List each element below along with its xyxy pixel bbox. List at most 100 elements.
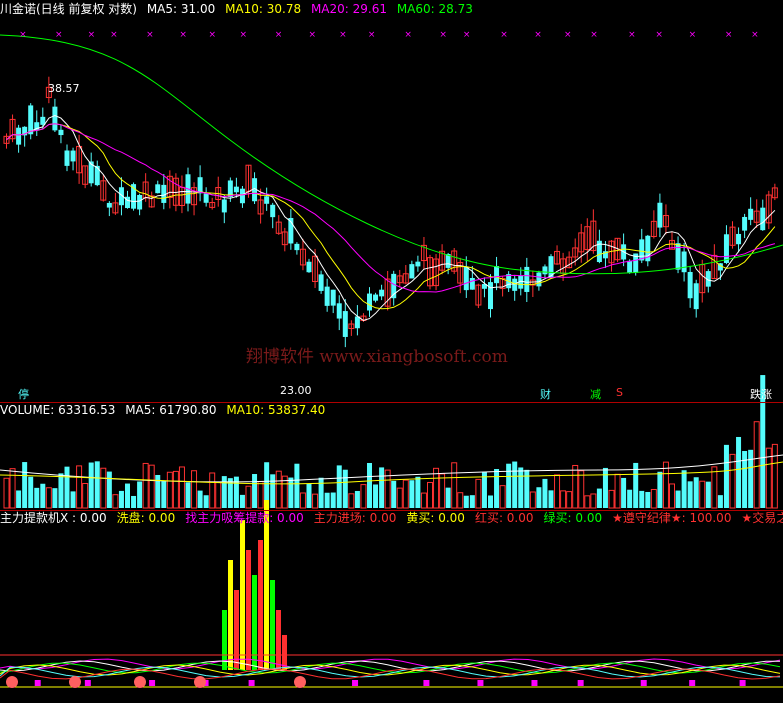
volume-bar	[288, 477, 294, 508]
indicator-marker	[531, 680, 538, 686]
volume-bar	[584, 495, 591, 509]
volume-bar	[197, 490, 203, 508]
indicator-ball	[6, 676, 18, 688]
indicator-marker	[689, 680, 696, 686]
candle-body	[693, 283, 699, 310]
indicator-legend-item: 洗盘: 0.00	[116, 511, 176, 525]
volume-bar	[34, 487, 40, 508]
volume-bar	[560, 490, 567, 509]
volume-bar	[717, 495, 723, 508]
volume-ma-line	[0, 461, 783, 485]
volume-bar	[687, 481, 693, 508]
indicator-spike	[282, 635, 287, 670]
indicator-legend-item: 黄买: 0.00	[406, 511, 465, 525]
volume-bar	[445, 487, 451, 508]
volume-bar	[270, 474, 276, 508]
signal-mark: ×	[309, 30, 317, 40]
candle-body	[239, 188, 245, 204]
volume-bar	[336, 465, 342, 508]
indicator-spike	[276, 610, 281, 670]
candle-body	[64, 150, 70, 166]
volume-bar	[209, 472, 216, 509]
indicator-ball	[294, 676, 306, 688]
volume-bar	[245, 485, 252, 509]
volume-bar	[548, 490, 554, 508]
volume-bar	[506, 463, 512, 508]
signal-mark: ×	[179, 30, 187, 40]
high-price-label: 38.57	[48, 82, 80, 95]
volume-bar	[306, 483, 312, 508]
signal-mark: ×	[534, 30, 542, 40]
volume-bar	[82, 482, 89, 509]
indicator-spike	[240, 520, 245, 670]
volume-bar	[22, 462, 28, 508]
volume-bar	[602, 467, 608, 508]
marker-zhang[interactable]: 跌涨	[750, 386, 772, 402]
volume-bar	[28, 476, 34, 508]
marker-cai[interactable]: 财	[540, 386, 551, 402]
volume-bar	[131, 495, 137, 508]
candle-body	[324, 286, 330, 306]
volume-bar	[396, 487, 403, 509]
signal-mark: ×	[55, 30, 63, 40]
volume-bar	[64, 466, 70, 508]
candle-body	[52, 106, 58, 131]
volume-bar	[148, 464, 155, 509]
volume-bar	[257, 481, 264, 509]
volume-bar	[463, 495, 469, 508]
volume-ma-line	[0, 454, 783, 483]
volume-bar	[106, 471, 112, 508]
candle-body	[342, 311, 348, 337]
volume-bar	[627, 489, 633, 508]
volume-ma5: MA5: 61790.80	[125, 403, 217, 417]
volume-bar	[203, 495, 209, 508]
volume-bar	[705, 481, 711, 508]
candle-body	[627, 260, 633, 273]
volume-bar	[299, 492, 306, 509]
marker-s[interactable]: S	[616, 386, 623, 399]
indicator-ball	[69, 676, 81, 688]
indicator-spike	[228, 560, 233, 670]
candle-body	[197, 177, 203, 194]
indicator-marker	[739, 680, 746, 686]
volume-bar	[40, 483, 46, 508]
indicator-marker	[577, 680, 584, 686]
volume-bar	[391, 480, 397, 508]
volume-bar	[52, 488, 58, 508]
marker-ting[interactable]: 停	[18, 386, 29, 402]
volume-bar	[94, 461, 100, 508]
candle-body	[379, 289, 385, 297]
indicator-marker	[149, 680, 156, 686]
volume-bar	[578, 470, 585, 509]
volume-bar	[736, 436, 742, 508]
volume-bar	[681, 470, 687, 508]
candle-body	[469, 277, 475, 290]
volume-bar	[529, 491, 536, 509]
candle-body	[16, 127, 22, 145]
volume-bar	[100, 467, 107, 509]
indicator-line	[0, 658, 781, 670]
candle-body	[330, 289, 336, 306]
indicator-marker	[423, 680, 430, 686]
volume-bar	[590, 493, 597, 509]
volume-bar	[542, 478, 548, 508]
volume-bar	[215, 481, 222, 509]
signal-mark: ×	[751, 30, 759, 40]
volume-bar	[324, 492, 330, 508]
volume-bar	[166, 471, 173, 509]
volume-bar	[112, 494, 119, 509]
candle-body	[106, 202, 112, 208]
indicator-ball	[134, 676, 146, 688]
volume-bar	[711, 466, 718, 509]
indicator-marker	[84, 680, 91, 686]
volume-bar	[125, 483, 130, 508]
indicator-marker	[477, 680, 484, 686]
marker-jian[interactable]: 减	[590, 386, 601, 402]
signal-mark: ×	[564, 30, 572, 40]
volume-bar	[433, 467, 440, 509]
signal-mark: ×	[275, 30, 283, 40]
volume-bar	[318, 477, 324, 508]
signal-mark: ×	[88, 30, 96, 40]
volume-bar	[566, 491, 573, 509]
volume-bar	[669, 483, 675, 509]
